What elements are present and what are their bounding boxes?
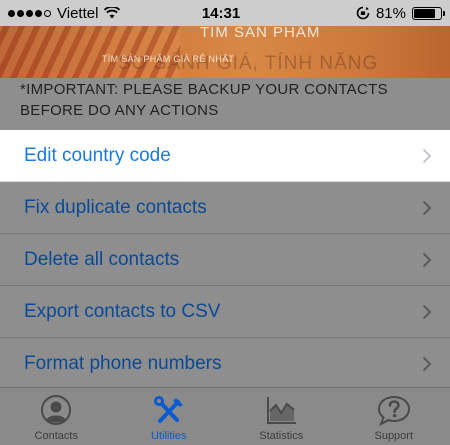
list-item-edit-country-code[interactable]: Edit country code [0, 130, 450, 182]
list-item-fix-duplicate-contacts[interactable]: Fix duplicate contacts [0, 182, 450, 234]
carrier-name: Viettel [57, 4, 99, 22]
list-item-label: Fix duplicate contacts [24, 196, 207, 218]
chevron-right-icon [422, 304, 432, 320]
status-bar: Viettel 14:31 81% [0, 0, 450, 26]
tab-label: Utilities [151, 430, 187, 442]
list-item-format-phone-numbers[interactable]: Format phone numbers [0, 338, 450, 390]
chevron-right-icon [422, 200, 432, 216]
banner-subtitle: TÌM SẢN PHẨM GIÁ RẺ NHẤT [102, 54, 235, 64]
clock: 14:31 [201, 4, 241, 22]
list-item-label: Edit country code [24, 144, 171, 166]
utilities-list: Edit country code Fix duplicate contacts… [0, 130, 450, 390]
list-item-delete-all-contacts[interactable]: Delete all contacts [0, 234, 450, 286]
battery-percentage: 81% [375, 4, 406, 22]
battery-icon [412, 6, 445, 20]
chevron-right-icon [422, 148, 432, 164]
chart-icon [267, 397, 297, 424]
list-item-label: Format phone numbers [24, 352, 222, 374]
list-item-label: Export contacts to CSV [24, 300, 221, 322]
signal-strength-icon [8, 9, 51, 17]
tab-label: Statistics [259, 430, 304, 442]
chevron-right-icon [422, 356, 432, 372]
tab-label: Contacts [34, 430, 78, 442]
backup-warning: *IMPORTANT: PLEASE BACKUP YOUR CONTACTS … [20, 81, 388, 119]
tab-contacts[interactable]: Contacts [0, 388, 113, 445]
list-item-export-contacts-csv[interactable]: Export contacts to CSV [0, 286, 450, 338]
rotation-lock-icon [356, 6, 370, 20]
tab-support[interactable]: Support [338, 388, 450, 445]
chevron-right-icon [422, 252, 432, 268]
banner-title: TÌM SẢN PHẨM [200, 24, 321, 41]
question-bubble-icon [377, 395, 410, 427]
wifi-icon [104, 7, 121, 19]
list-item-label: Delete all contacts [24, 248, 180, 270]
tools-icon [153, 396, 183, 423]
tab-label: Support [374, 430, 414, 442]
tab-utilities[interactable]: Utilities [113, 388, 226, 445]
tab-statistics[interactable]: Statistics [225, 388, 338, 445]
tab-bar: Contacts Utilities Statistics Support [0, 387, 450, 445]
person-icon [41, 395, 72, 425]
